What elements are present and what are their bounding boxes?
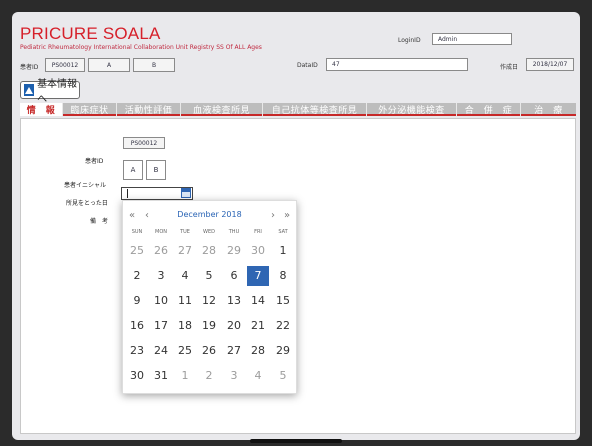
calendar-day[interactable]: 28 [247, 341, 269, 361]
header-initial-1-field[interactable]: A [88, 58, 130, 72]
weekday-header: WED [203, 229, 215, 235]
form-initials-label: 患者イニシャル [64, 182, 107, 189]
calendar-day[interactable]: 30 [247, 241, 269, 261]
calendar-day[interactable]: 31 [150, 366, 172, 386]
calendar-day[interactable]: 5 [272, 366, 294, 386]
weekday-header: SUN [131, 229, 143, 235]
created-date-label: 作成日 [500, 64, 519, 71]
header-patient-id-field[interactable]: PS00012 [45, 58, 85, 72]
form-patient-id-field[interactable]: PS00012 [123, 137, 165, 149]
tab-bar: 情 報 臨床症状 活動性評価 血液検査所見 自己抗体等検査所見 外分泌機能検査 … [20, 103, 576, 116]
calendar-day[interactable]: 10 [150, 291, 172, 311]
weekday-header: SAT [278, 229, 288, 235]
calendar-day[interactable]: 25 [126, 241, 148, 261]
app-subtitle: Pediatric Rheumatology International Col… [20, 44, 262, 51]
calendar-day[interactable]: 14 [247, 291, 269, 311]
calendar-day[interactable]: 26 [198, 341, 220, 361]
calendar-day[interactable]: 3 [223, 366, 245, 386]
calendar-day[interactable]: 17 [150, 316, 172, 336]
calendar-day[interactable]: 8 [272, 266, 294, 286]
tab-complications[interactable]: 合 併 症 [457, 103, 521, 116]
form-date-label: 所見をとった日 [66, 200, 108, 207]
back-button-label: 基本情報へ [37, 79, 78, 105]
calendar-day[interactable]: 1 [174, 366, 196, 386]
calendar-day[interactable]: 1 [272, 241, 294, 261]
tab-info[interactable]: 情 報 [20, 103, 63, 116]
tab-treatment[interactable]: 治 療 [521, 103, 576, 116]
calendar-day[interactable]: 23 [126, 341, 148, 361]
calendar-day[interactable]: 16 [126, 316, 148, 336]
calendar-day[interactable]: 19 [198, 316, 220, 336]
calendar-day[interactable]: 27 [223, 341, 245, 361]
login-id-field[interactable]: Admin [432, 33, 512, 45]
calendar-day[interactable]: 2 [126, 266, 148, 286]
app-window: PRICURE SOALA Pediatric Rheumatology Int… [12, 12, 580, 440]
form-notes-label: 備 考 [90, 218, 109, 225]
calendar-day[interactable]: 4 [174, 266, 196, 286]
calendar-day[interactable]: 25 [174, 341, 196, 361]
calendar-day[interactable]: 3 [150, 266, 172, 286]
calendar-day[interactable]: 24 [150, 341, 172, 361]
home-indicator [250, 439, 342, 443]
calendar-day[interactable]: 29 [272, 341, 294, 361]
next-month-button[interactable]: › [271, 210, 275, 221]
calendar-day[interactable]: 11 [174, 291, 196, 311]
calendar-day[interactable]: 26 [150, 241, 172, 261]
calendar-day[interactable]: 18 [174, 316, 196, 336]
tab-activity-evaluation[interactable]: 活動性評価 [117, 103, 181, 116]
weekday-header: FRI [254, 229, 262, 235]
data-id-field[interactable]: 47 [326, 58, 468, 71]
content-panel [20, 118, 576, 434]
calendar-day[interactable]: 5 [198, 266, 220, 286]
calendar-icon[interactable] [181, 188, 191, 198]
tab-autoantibody-test[interactable]: 自己抗体等検査所見 [263, 103, 367, 116]
calendar-day[interactable]: 4 [247, 366, 269, 386]
data-id-label: DataID [297, 62, 318, 69]
calendar-day[interactable]: 21 [247, 316, 269, 336]
created-date-field[interactable]: 2018/12/07 [526, 58, 574, 71]
weekday-header: TUE [180, 229, 190, 235]
app-title: PRICURE SOALA [20, 24, 161, 43]
next-year-button[interactable]: » [284, 210, 290, 221]
weekday-header: THU [228, 229, 240, 235]
calendar-day[interactable]: 27 [174, 241, 196, 261]
header-initial-2-field[interactable]: B [133, 58, 175, 72]
text-cursor [127, 189, 128, 198]
weekday-header: MON [155, 229, 167, 235]
calendar-day[interactable]: 29 [223, 241, 245, 261]
form-initial-2-field[interactable]: B [146, 160, 166, 180]
header-patient-id-label: 患者ID [20, 64, 39, 71]
tab-exocrine-function[interactable]: 外分泌機能検査 [367, 103, 457, 116]
calendar-day[interactable]: 15 [272, 291, 294, 311]
back-to-basic-info-button[interactable]: 基本情報へ [20, 79, 80, 105]
calendar-day[interactable]: 9 [126, 291, 148, 311]
calendar-day[interactable]: 28 [198, 241, 220, 261]
form-patient-id-label: 患者ID [85, 158, 104, 165]
tab-blood-test[interactable]: 血液検査所見 [181, 103, 263, 116]
arrow-up-icon [24, 84, 35, 96]
date-picker-popup: « ‹ December 2018 › » 25 26 27 28 29 30 1 2 3 4 5 6… [122, 200, 297, 394]
calendar-day[interactable]: 2 [198, 366, 220, 386]
login-id-label: LoginID [398, 37, 421, 44]
calendar-day[interactable]: 6 [223, 266, 245, 286]
calendar-day[interactable]: 22 [272, 316, 294, 336]
calendar-day[interactable]: 13 [223, 291, 245, 311]
calendar-day-selected[interactable]: 7 [247, 266, 269, 286]
calendar-day[interactable]: 12 [198, 291, 220, 311]
calendar-day[interactable]: 30 [126, 366, 148, 386]
tab-clinical-symptoms[interactable]: 臨床症状 [63, 103, 117, 116]
calendar-day[interactable]: 20 [223, 316, 245, 336]
form-initial-1-field[interactable]: A [123, 160, 143, 180]
